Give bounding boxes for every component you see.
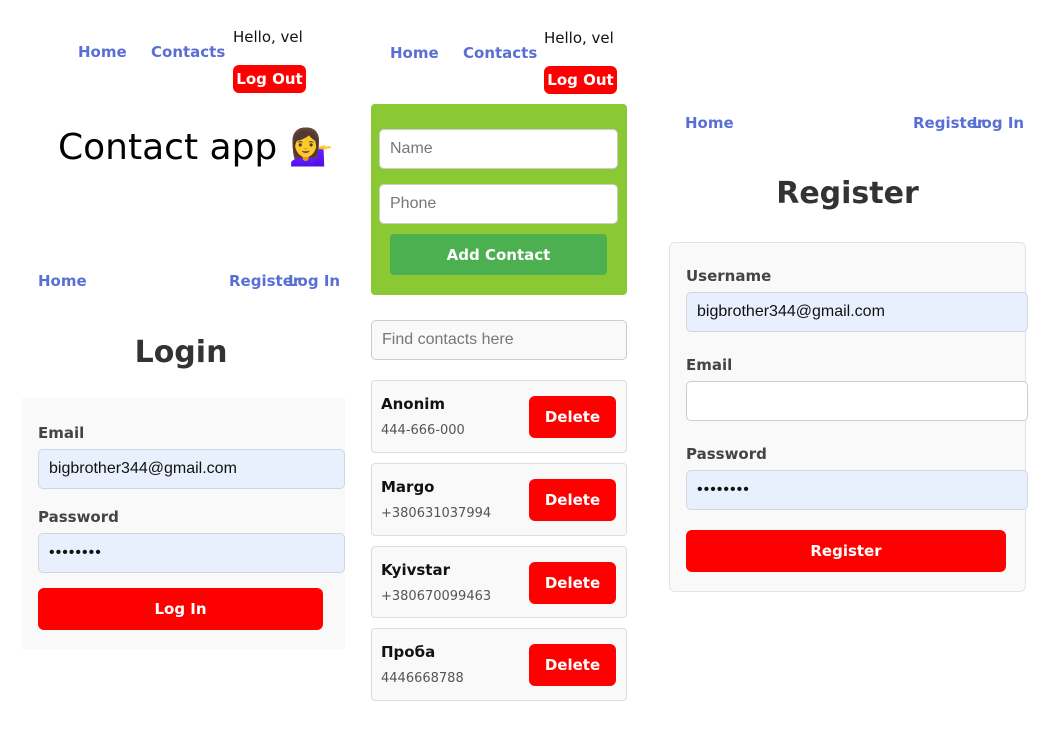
name-placeholder: Name bbox=[390, 140, 433, 157]
register-button[interactable]: Register bbox=[686, 530, 1006, 572]
nav-home-link[interactable]: Home bbox=[390, 44, 439, 62]
password-field[interactable]: •••••••• bbox=[38, 533, 345, 573]
email-value: bigbrother344@gmail.com bbox=[49, 460, 237, 477]
nav-home-link[interactable]: Home bbox=[78, 43, 127, 61]
contact-name: Anonim bbox=[381, 395, 446, 413]
contact-item: Anonim 444-666-000 Delete bbox=[371, 380, 627, 453]
contact-phone: 4446668788 bbox=[381, 671, 464, 686]
delete-button[interactable]: Delete bbox=[529, 562, 616, 604]
password-label: Password bbox=[686, 445, 767, 463]
delete-button[interactable]: Delete bbox=[529, 644, 616, 686]
nav-login-link[interactable]: Log In bbox=[288, 272, 340, 290]
password-value: •••••••• bbox=[49, 544, 102, 561]
logout-button[interactable]: Log Out bbox=[544, 66, 617, 94]
password-label: Password bbox=[38, 508, 119, 526]
nav-home-link[interactable]: Home bbox=[685, 114, 734, 132]
contact-item: Kyivstar +380670099463 Delete bbox=[371, 546, 627, 618]
email-field[interactable] bbox=[686, 381, 1028, 421]
page-title: Login bbox=[134, 335, 228, 370]
password-value: •••••••• bbox=[697, 481, 750, 498]
logout-button[interactable]: Log Out bbox=[233, 65, 306, 93]
username-label: Username bbox=[686, 267, 772, 285]
filter-placeholder: Find contacts here bbox=[382, 331, 514, 348]
contact-phone: 444-666-000 bbox=[381, 423, 465, 438]
add-contact-button[interactable]: Add Contact bbox=[390, 234, 607, 275]
contact-name: Kyivstar bbox=[381, 561, 450, 579]
contact-item: Проба 4446668788 Delete bbox=[371, 628, 627, 701]
user-greeting: Hello, vel bbox=[544, 29, 614, 47]
nav-contacts-link[interactable]: Contacts bbox=[151, 43, 225, 61]
username-value: bigbrother344@gmail.com bbox=[697, 303, 885, 320]
nav-login-link[interactable]: Log In bbox=[972, 114, 1024, 132]
contact-name: Margo bbox=[381, 478, 435, 496]
delete-button[interactable]: Delete bbox=[529, 479, 616, 521]
email-label: Email bbox=[38, 424, 85, 442]
username-field[interactable]: bigbrother344@gmail.com bbox=[686, 292, 1028, 332]
phone-input[interactable]: Phone bbox=[379, 184, 618, 224]
contact-name: Проба bbox=[381, 643, 436, 661]
delete-button[interactable]: Delete bbox=[529, 396, 616, 438]
nav-contacts-link[interactable]: Contacts bbox=[463, 44, 537, 62]
phone-placeholder: Phone bbox=[390, 195, 437, 212]
contact-item: Margo +380631037994 Delete bbox=[371, 463, 627, 536]
page-title: Register bbox=[776, 176, 919, 211]
contact-phone: +380670099463 bbox=[381, 589, 492, 604]
filter-input[interactable]: Find contacts here bbox=[371, 320, 627, 360]
email-label: Email bbox=[686, 356, 733, 374]
email-field[interactable]: bigbrother344@gmail.com bbox=[38, 449, 345, 489]
password-field[interactable]: •••••••• bbox=[686, 470, 1028, 510]
app-title: Contact app 💁‍♀️ bbox=[58, 127, 334, 168]
user-greeting: Hello, vel bbox=[233, 28, 303, 46]
nav-home-link[interactable]: Home bbox=[38, 272, 87, 290]
name-input[interactable]: Name bbox=[379, 129, 618, 169]
contact-phone: +380631037994 bbox=[381, 506, 492, 521]
login-button[interactable]: Log In bbox=[38, 588, 323, 630]
